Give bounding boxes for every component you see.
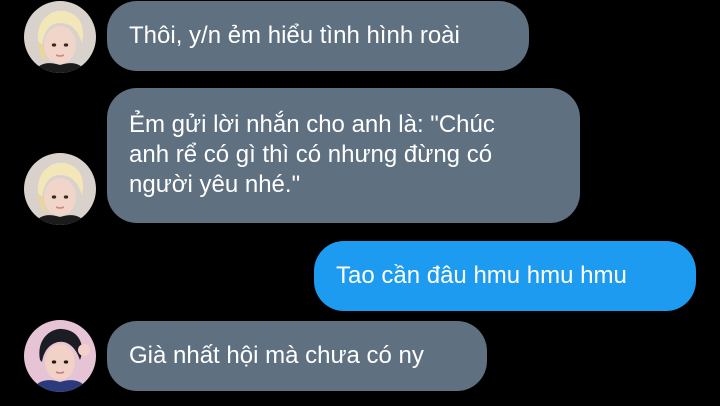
sender-avatar[interactable] [24,320,96,392]
message-bubble[interactable]: Ẻm gửi lời nhắn cho anh là: "Chúc anh rể… [107,88,580,223]
message-bubble[interactable]: Thôi, y/n ẻm hiểu tình hình roài [107,1,529,71]
message-line: Ẻm gửi lời nhắn cho anh là: "Chúc [129,111,495,138]
blond-hair-avatar-icon [24,1,96,73]
message-bubble[interactable]: Tao cần đâu hmu hmu hmu [314,241,696,311]
blond-hair-avatar-icon [24,153,96,225]
chat-screen: { "messages": [ { "sender": "incoming", … [0,0,720,406]
message-text: Tao cần đâu hmu hmu hmu [336,262,627,289]
message-bubble[interactable]: Già nhất hội mà chưa có ny [107,321,487,391]
sender-avatar[interactable] [24,1,96,73]
dark-hair-avatar-icon [24,320,96,392]
message-text: Thôi, y/n ẻm hiểu tình hình roài [129,22,460,49]
message-line: người yêu nhé." [129,171,301,198]
message-text: Già nhất hội mà chưa có ny [129,342,424,369]
sender-avatar[interactable] [24,153,96,225]
message-line: anh rể có gì thì có nhưng đừng có [129,141,493,168]
